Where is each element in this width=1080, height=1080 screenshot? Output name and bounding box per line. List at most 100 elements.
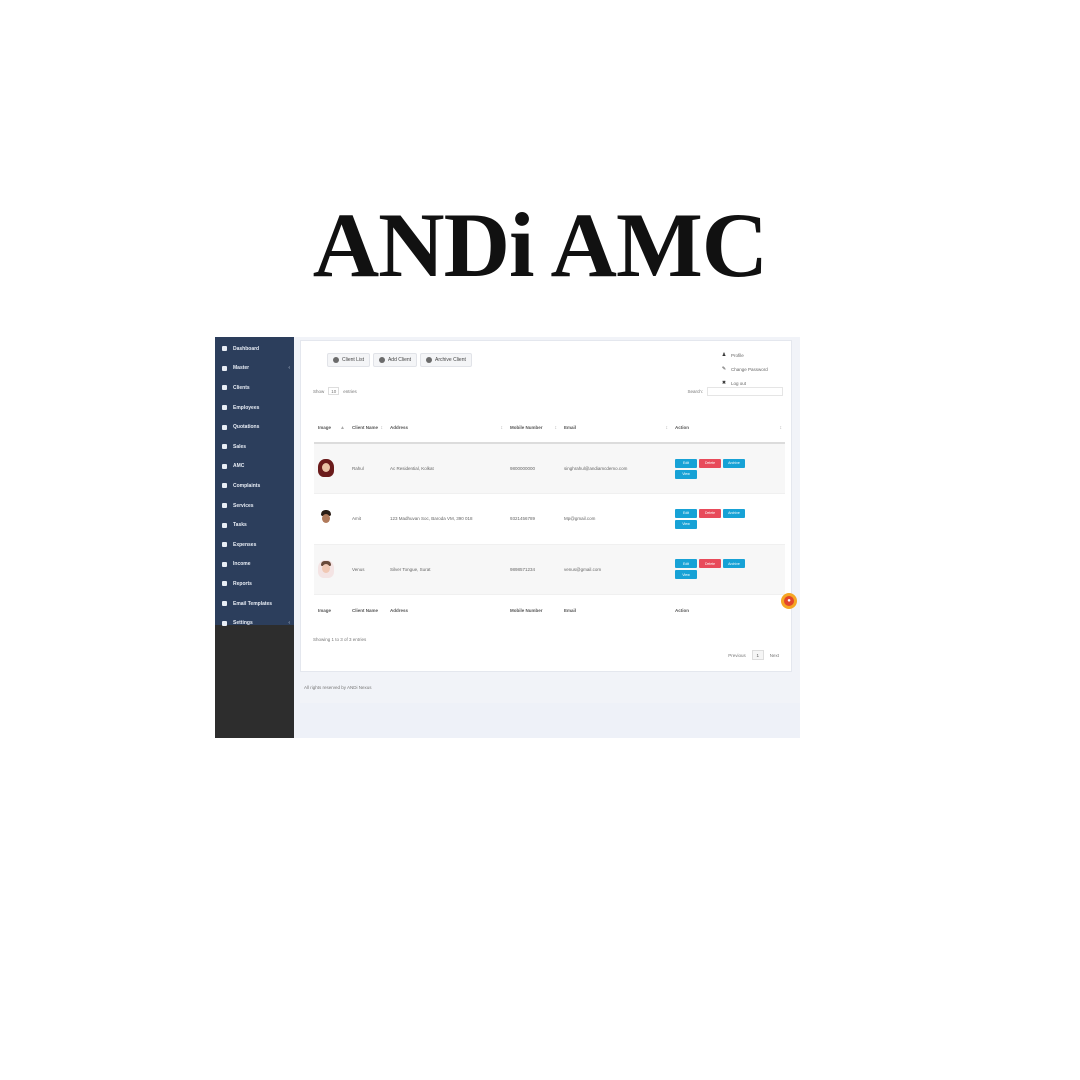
footer-copyright: All rights reserved by ANDi Nexus bbox=[304, 685, 372, 690]
sidebar-item-email-templates[interactable]: Email Templates bbox=[215, 594, 294, 614]
sort-icon: ↕ bbox=[665, 425, 669, 431]
view-button[interactable]: View bbox=[675, 519, 697, 529]
table-controls: Show 10 entries Search: bbox=[313, 385, 783, 397]
chat-widget-button[interactable]: ● bbox=[781, 593, 797, 609]
tab-label: Add Client bbox=[387, 357, 412, 363]
sidebar-menu: Dashboard Master ‹ Clients Employees Quot… bbox=[215, 337, 294, 626]
sidebar-item-tasks[interactable]: Tasks bbox=[215, 515, 294, 535]
entries-length-select[interactable]: 10 bbox=[328, 387, 340, 395]
sidebar-item-label: Employees bbox=[233, 404, 260, 411]
chat-icon: ● bbox=[784, 596, 794, 606]
sidebar-item-label: Reports bbox=[233, 580, 252, 587]
tab-archive-client[interactable]: Archive Client bbox=[420, 353, 472, 367]
menu-item-label: Change Password bbox=[731, 366, 768, 372]
list-icon bbox=[333, 357, 339, 363]
sidebar-item-employees[interactable]: Employees bbox=[215, 398, 294, 418]
search-input[interactable] bbox=[707, 386, 783, 396]
archive-icon bbox=[426, 357, 433, 363]
sidebar-item-services[interactable]: Services bbox=[215, 496, 294, 516]
client-name-cell: Rahul bbox=[348, 443, 386, 494]
table-row: Rahul Ac Residential, Kolkat 9800000000 … bbox=[314, 443, 785, 494]
edit-button[interactable]: Edit bbox=[675, 508, 697, 518]
action-cell: Edit Delete Archive View bbox=[671, 493, 785, 545]
pagination-page-current[interactable]: 1 bbox=[751, 650, 764, 660]
column-header-action[interactable]: Action ↕ bbox=[671, 413, 785, 444]
archive-button[interactable]: Archive bbox=[723, 508, 745, 518]
table-header-row: Image ▲ Client Name ↕ Address ↕ Mobile Numb… bbox=[314, 413, 785, 444]
avatar bbox=[318, 559, 334, 578]
tab-label: Client List bbox=[342, 357, 364, 363]
sidebar-item-label: Settings bbox=[233, 620, 253, 627]
column-header-image[interactable]: Image ▲ bbox=[314, 413, 348, 444]
pagination: Previous 1 Next bbox=[728, 650, 779, 660]
sidebar-item-label: Clients bbox=[233, 384, 250, 391]
sort-icon: ↕ bbox=[380, 425, 384, 431]
sidebar-item-income[interactable]: Income bbox=[215, 555, 294, 575]
email-templates-icon bbox=[222, 601, 227, 607]
table-info: Showing 1 to 3 of 3 entries bbox=[313, 637, 367, 642]
sidebar-item-sales[interactable]: Sales bbox=[215, 437, 294, 457]
footer-mobile-number: Mobile Number bbox=[506, 594, 560, 627]
action-cell: Edit Delete Archive View bbox=[671, 443, 785, 494]
menu-item-change-password[interactable]: ✎ Change Password bbox=[721, 362, 787, 376]
menu-item-profile[interactable]: ♟ Profile bbox=[721, 348, 787, 362]
sidebar-item-master[interactable]: Master ‹ bbox=[215, 359, 294, 379]
column-header-email[interactable]: Email ↕ bbox=[560, 413, 671, 444]
delete-button[interactable]: Delete bbox=[699, 458, 721, 468]
column-header-mobile-number[interactable]: Mobile Number ↕ bbox=[506, 413, 560, 444]
sort-icon: ↕ bbox=[500, 425, 504, 431]
view-button[interactable]: View bbox=[675, 469, 697, 479]
sidebar-item-complaints[interactable]: Complaints bbox=[215, 476, 294, 496]
tab-add-client[interactable]: Add Client bbox=[372, 353, 418, 367]
delete-button[interactable]: Delete bbox=[699, 508, 721, 518]
sidebar-item-quotations[interactable]: Quotations bbox=[215, 417, 294, 437]
tab-client-list[interactable]: Client List bbox=[327, 353, 370, 367]
app-screenshot: Dashboard Master ‹ Clients Employees Quot… bbox=[215, 337, 800, 738]
address-cell: 123 Madhuvan Soc, Baroda VM, 390 018 bbox=[386, 493, 506, 545]
view-button[interactable]: View bbox=[675, 570, 697, 580]
edit-button[interactable]: Edit bbox=[675, 458, 697, 468]
client-panel: Client List Add Client Archive Client ♟ P… bbox=[300, 340, 792, 672]
edit-button[interactable]: Edit bbox=[675, 559, 697, 569]
address-cell: Silver Tongue, Surat bbox=[386, 544, 506, 595]
mobile-cell: 9800000000 bbox=[506, 443, 560, 494]
sidebar-item-settings[interactable]: Settings ‹ bbox=[215, 613, 294, 633]
footer-client-name: Client Name bbox=[348, 594, 386, 627]
sidebar-item-label: Master bbox=[233, 365, 250, 372]
sidebar-item-dashboard[interactable]: Dashboard bbox=[215, 339, 294, 359]
avatar bbox=[318, 509, 334, 528]
search-label: Search: bbox=[687, 388, 703, 394]
sidebar-item-clients[interactable]: Clients bbox=[215, 378, 294, 398]
column-header-address[interactable]: Address ↕ bbox=[386, 413, 506, 444]
column-header-client-name[interactable]: Client Name ↕ bbox=[348, 413, 386, 444]
avatar bbox=[318, 459, 334, 477]
main-content: Client List Add Client Archive Client ♟ P… bbox=[294, 337, 800, 738]
sidebar-item-label: Complaints bbox=[233, 482, 261, 489]
email-cell: Mp@gmail.com bbox=[560, 493, 671, 545]
sidebar-item-reports[interactable]: Reports bbox=[215, 574, 294, 594]
sidebar-item-label: Services bbox=[233, 502, 254, 509]
expenses-icon bbox=[222, 542, 227, 548]
income-icon bbox=[222, 561, 227, 567]
client-name-cell: Venus bbox=[348, 544, 386, 595]
archive-button[interactable]: Archive bbox=[723, 559, 745, 569]
sidebar-item-label: Email Templates bbox=[233, 600, 273, 607]
sidebar-item-label: Quotations bbox=[233, 424, 260, 431]
email-cell: venus@gmail.com bbox=[560, 544, 671, 595]
menu-item-label: Profile bbox=[731, 352, 744, 358]
pagination-previous[interactable]: Previous bbox=[728, 653, 746, 658]
image-cell bbox=[314, 443, 348, 494]
services-icon bbox=[222, 503, 227, 509]
sidebar-item-amc[interactable]: AMC bbox=[215, 457, 294, 477]
sidebar-item-label: Dashboard bbox=[233, 345, 260, 352]
key-icon: ✎ bbox=[721, 366, 727, 372]
table-footer-row: Image Client Name Address Mobile Number … bbox=[314, 594, 785, 627]
sales-icon bbox=[222, 444, 227, 450]
footer-image: Image bbox=[314, 594, 348, 627]
clients-icon bbox=[222, 385, 227, 391]
user-icon: ♟ bbox=[721, 352, 727, 358]
delete-button[interactable]: Delete bbox=[699, 559, 721, 569]
sidebar-item-expenses[interactable]: Expenses bbox=[215, 535, 294, 555]
pagination-next[interactable]: Next bbox=[770, 653, 779, 658]
archive-button[interactable]: Archive bbox=[723, 458, 745, 468]
